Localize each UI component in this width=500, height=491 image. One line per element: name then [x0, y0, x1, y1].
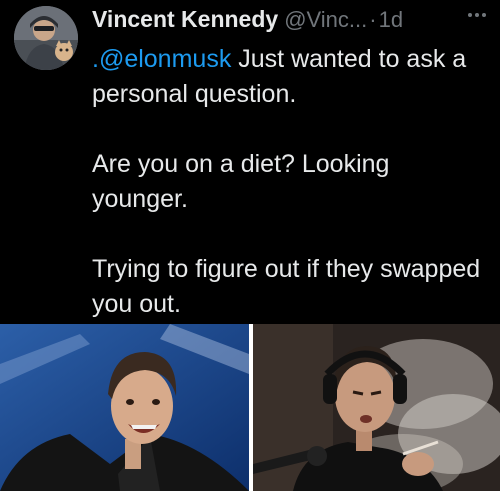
tweet-text: .@elonmusk Just wanted to ask a personal…: [92, 42, 492, 322]
photo-left[interactable]: [0, 324, 249, 491]
more-horizontal-icon[interactable]: [464, 6, 490, 24]
mention-link[interactable]: .@elonmusk: [92, 45, 231, 73]
tweet-header: Vincent Kennedy @Vinc... · 1d: [92, 6, 494, 36]
tweet-card[interactable]: Vincent Kennedy @Vinc... · 1d .@elonmusk…: [0, 0, 500, 324]
avatar[interactable]: [14, 6, 78, 70]
tweet-timestamp[interactable]: 1d: [379, 7, 403, 33]
tweet-paragraph-1: .@elonmusk Just wanted to ask a personal…: [92, 42, 492, 112]
author-handle[interactable]: @Vinc...: [284, 7, 367, 33]
photo-collage: [0, 324, 500, 491]
photo-right[interactable]: [253, 324, 500, 491]
separator-dot: ·: [369, 7, 377, 32]
tweet-paragraph-2: Are you on a diet? Looking younger.: [92, 150, 390, 213]
author-name[interactable]: Vincent Kennedy: [92, 6, 278, 33]
tweet-paragraph-3: Trying to figure out if they swapped you…: [92, 255, 481, 318]
